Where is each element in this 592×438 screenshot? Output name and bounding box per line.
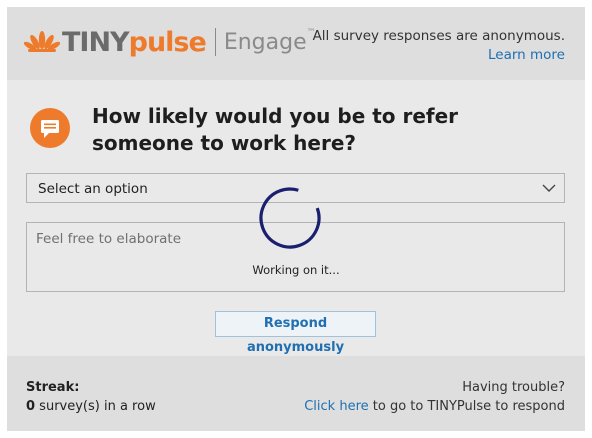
logo-tiny-text: TINY xyxy=(62,26,130,58)
logo-divider xyxy=(214,28,216,56)
help-info: Having trouble? Click here to go to TINY… xyxy=(304,378,565,416)
chat-bubble-icon xyxy=(30,108,70,148)
loading-text: Working on it... xyxy=(252,263,340,277)
streak-info: Streak: 0 survey(s) in a row xyxy=(26,378,156,416)
click-here-link[interactable]: Click here xyxy=(304,399,368,414)
flower-logo-icon xyxy=(24,31,60,52)
tinypulse-logo: TINY pulse Engage ™ xyxy=(24,25,316,59)
loading-spinner-icon xyxy=(259,187,321,249)
logo-pulse-text: pulse xyxy=(128,26,207,58)
logo-engage-text: Engage xyxy=(223,29,307,55)
footer: Streak: 0 survey(s) in a row Having trou… xyxy=(7,356,585,431)
trouble-label: Having trouble? xyxy=(462,380,565,395)
anonymity-notice: All survey responses are anonymous. Lear… xyxy=(313,27,565,65)
respond-anonymously-button[interactable]: Respond anonymously xyxy=(215,311,376,355)
survey-card: TINY pulse Engage ™ All survey responses a… xyxy=(7,7,585,431)
trouble-suffix: to go to TINYPulse to respond xyxy=(368,399,565,414)
header: TINY pulse Engage ™ All survey responses a… xyxy=(7,7,585,80)
select-value: Select an option xyxy=(38,181,148,197)
streak-suffix: survey(s) in a row xyxy=(35,399,156,414)
streak-label: Streak: xyxy=(26,380,80,395)
streak-count: 0 xyxy=(26,399,36,414)
question-text: How likely would you be to refer someone… xyxy=(92,104,459,155)
anonymity-text: All survey responses are anonymous. xyxy=(312,28,565,44)
learn-more-link[interactable]: Learn more xyxy=(488,47,565,63)
textarea-placeholder: Feel free to elaborate xyxy=(36,231,182,247)
chevron-down-icon xyxy=(542,184,556,192)
